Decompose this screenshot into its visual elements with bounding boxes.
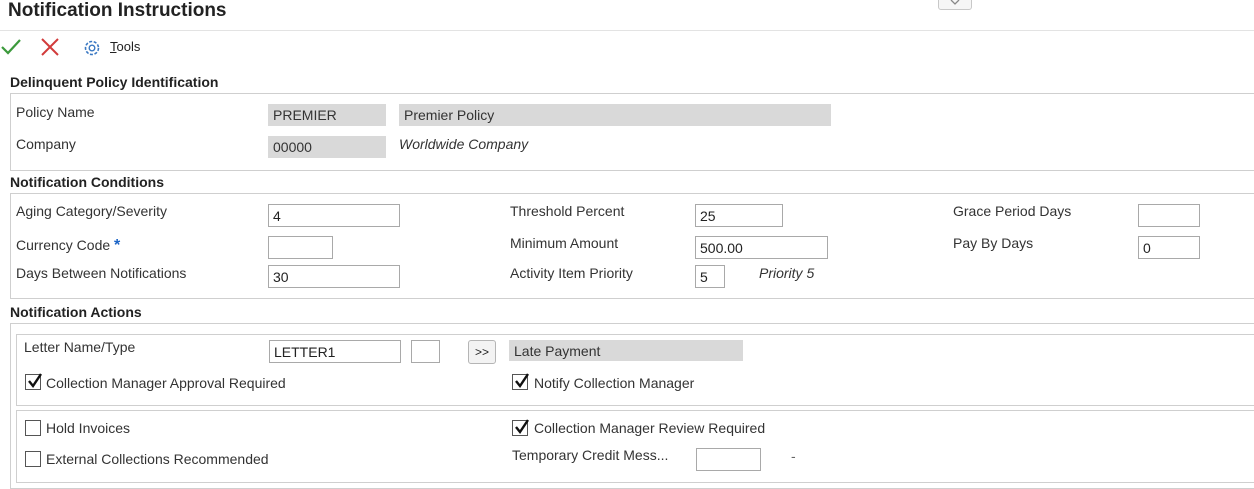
aging-category-input[interactable] — [268, 204, 400, 227]
activity-priority-description: Priority 5 — [759, 265, 815, 281]
identification-section-header: Delinquent Policy Identification — [10, 74, 219, 90]
pay-by-days-input[interactable] — [1138, 236, 1200, 259]
conditions-section-header: Notification Conditions — [10, 174, 164, 190]
page-title: Notification Instructions — [8, 0, 227, 21]
grace-period-label: Grace Period Days — [953, 203, 1072, 219]
pay-by-days-label: Pay By Days — [953, 235, 1034, 251]
notify-manager-label: Notify Collection Manager — [534, 375, 695, 391]
cancel-close-icon[interactable] — [40, 38, 60, 61]
temp-credit-description: - — [791, 448, 796, 464]
minimum-amount-label: Minimum Amount — [510, 235, 619, 251]
divider — [0, 30, 1254, 31]
hold-invoices-label: Hold Invoices — [46, 420, 131, 436]
gear-icon[interactable] — [82, 38, 102, 63]
letter-type-input[interactable] — [411, 340, 440, 363]
approval-required-checkbox[interactable] — [25, 373, 42, 390]
temp-credit-message-label: Temporary Credit Mess... — [512, 447, 669, 463]
actions-section-header: Notification Actions — [10, 304, 142, 320]
letter-search-button[interactable]: >> — [468, 340, 496, 364]
review-required-checkbox[interactable] — [512, 419, 529, 436]
threshold-percent-input[interactable] — [695, 204, 783, 227]
currency-code-input[interactable] — [268, 236, 333, 259]
external-collections-checkbox[interactable] — [25, 451, 41, 467]
approval-required-label: Collection Manager Approval Required — [46, 375, 286, 391]
tools-menu-button[interactable]: Tools — [110, 39, 140, 54]
currency-code-label: Currency Code * — [16, 237, 121, 254]
checkmark-icon — [515, 373, 529, 389]
activity-priority-label: Activity Item Priority — [510, 265, 633, 281]
threshold-percent-label: Threshold Percent — [510, 203, 625, 219]
company-field: 00000 — [268, 136, 386, 158]
policy-name-field: PREMIER — [268, 104, 386, 126]
chevron-down-icon — [950, 0, 960, 5]
hold-invoices-checkbox[interactable] — [25, 420, 41, 436]
temp-credit-message-input[interactable] — [696, 448, 761, 471]
days-between-input[interactable] — [268, 265, 400, 288]
letter-name-label: Letter Name/Type — [24, 339, 136, 355]
required-indicator: * — [114, 237, 121, 254]
aging-category-label: Aging Category/Severity — [16, 203, 167, 219]
collapse-header-button[interactable] — [938, 0, 972, 10]
checkmark-icon — [28, 373, 42, 389]
grace-period-input[interactable] — [1138, 204, 1200, 227]
company-label: Company — [16, 136, 76, 152]
minimum-amount-input[interactable] — [695, 236, 828, 259]
activity-priority-input[interactable] — [695, 265, 725, 288]
company-description: Worldwide Company — [399, 136, 529, 152]
review-required-label: Collection Manager Review Required — [534, 420, 766, 436]
letter-name-input[interactable] — [269, 340, 401, 363]
policy-name-label: Policy Name — [16, 104, 95, 120]
days-between-label: Days Between Notifications — [16, 265, 187, 281]
ok-check-icon[interactable] — [0, 38, 22, 61]
policy-name-description: Premier Policy — [399, 104, 831, 126]
letter-description: Late Payment — [509, 340, 743, 361]
notify-manager-checkbox[interactable] — [512, 373, 529, 390]
checkmark-icon — [515, 419, 529, 435]
external-collections-label: External Collections Recommended — [46, 451, 269, 467]
